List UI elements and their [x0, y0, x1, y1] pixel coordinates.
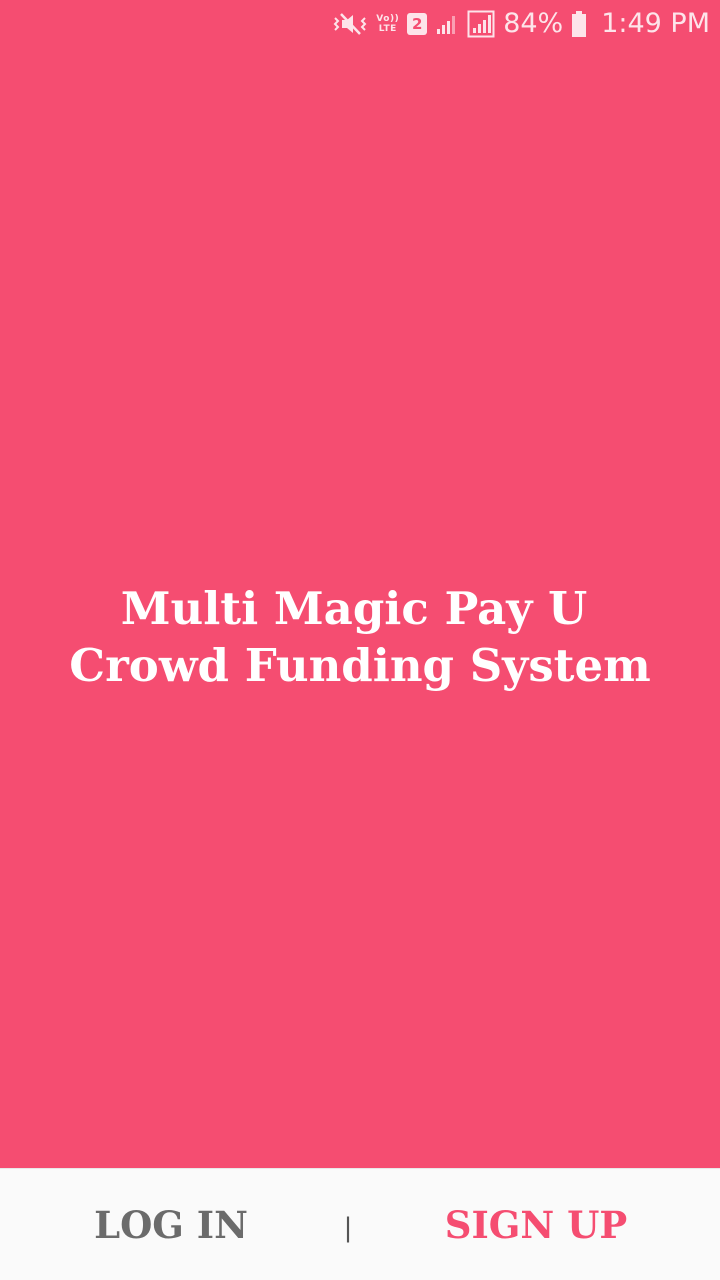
login-button[interactable]: LOG IN [40, 1169, 302, 1280]
clock-time: 1:49 PM [601, 8, 710, 39]
sim-2-icon: 2 [407, 9, 428, 39]
volte-top-label: Vo)) [376, 14, 400, 24]
signal-icon [435, 9, 459, 39]
signup-button[interactable]: SIGN UP [410, 1169, 662, 1280]
battery-icon [571, 9, 587, 39]
title-line-2: Crowd Funding System [69, 639, 651, 692]
bottom-action-bar: LOG IN | SIGN UP [0, 1168, 720, 1280]
sim-number: 2 [407, 13, 428, 35]
status-bar: Vo)) LTE 2 84% 1:49 PM [0, 0, 720, 48]
title-line-1: Multi Magic Pay U [120, 582, 588, 635]
volte-lte-icon: Vo)) LTE [376, 9, 399, 39]
app-title: Multi Magic Pay U Crowd Funding System [0, 580, 720, 694]
battery-percent: 84% [503, 8, 564, 39]
vibrate-mute-icon [332, 9, 368, 39]
signal-box-icon [467, 9, 495, 39]
divider: | [343, 1213, 353, 1243]
volte-bottom-label: LTE [378, 24, 397, 34]
splash-screen: Vo)) LTE 2 84% 1:49 PM Multi Magic Pay U… [0, 0, 720, 1280]
